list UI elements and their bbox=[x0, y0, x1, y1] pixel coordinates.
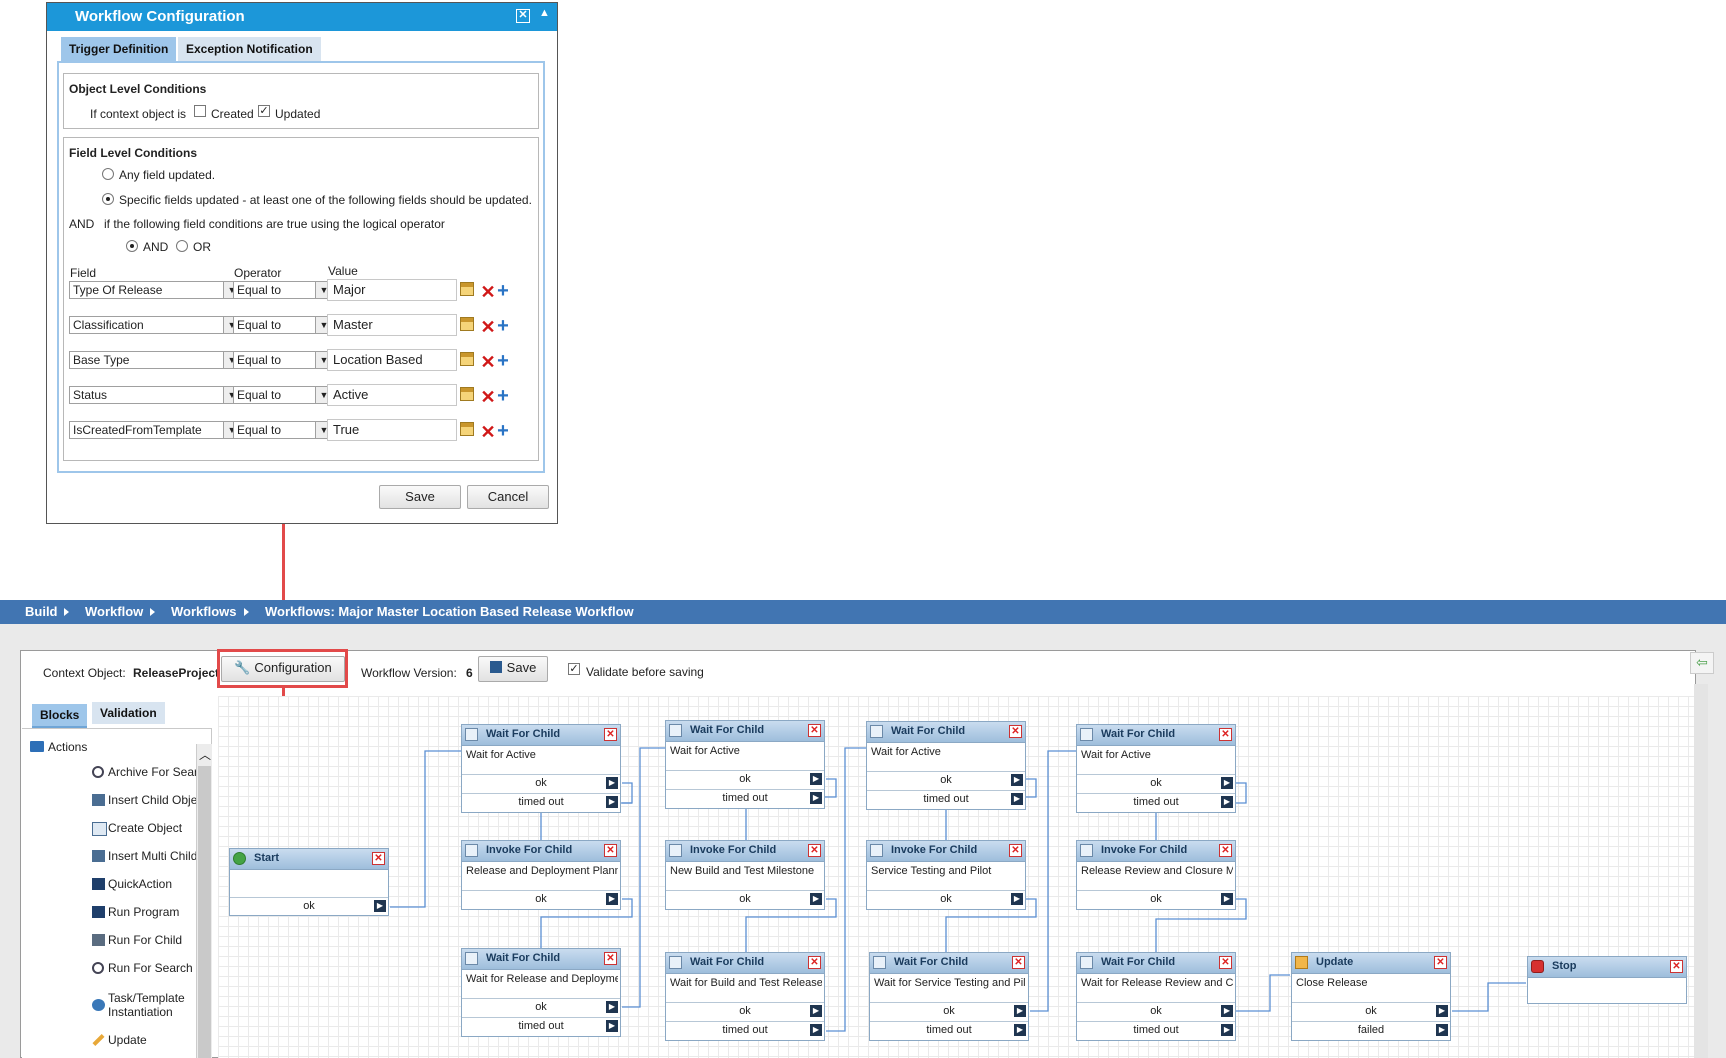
wait-for-child-icon bbox=[870, 725, 883, 738]
remove-block-icon[interactable]: ✕ bbox=[808, 844, 821, 857]
output-port-timed-out[interactable]: timed out ▶ bbox=[462, 793, 620, 812]
port-arrow-icon[interactable]: ▶ bbox=[1221, 1005, 1233, 1017]
port-arrow-icon[interactable]: ▶ bbox=[1221, 1024, 1233, 1036]
port-arrow-icon[interactable]: ▶ bbox=[1011, 893, 1023, 905]
invoke-for-child-icon bbox=[669, 844, 682, 857]
output-port-timed-out[interactable]: timed out ▶ bbox=[867, 790, 1025, 809]
output-port-ok[interactable]: ok ▶ bbox=[870, 1002, 1028, 1021]
port-arrow-icon[interactable]: ▶ bbox=[1221, 796, 1233, 808]
block-invoke-for-child[interactable]: Invoke For Child ✕ Release Review and Clo… bbox=[1076, 840, 1236, 910]
output-port-timed-out[interactable]: timed out ▶ bbox=[1077, 793, 1235, 812]
output-port-ok[interactable]: ok ▶ bbox=[1077, 890, 1235, 909]
remove-block-icon[interactable]: ✕ bbox=[1219, 728, 1232, 741]
port-arrow-icon[interactable]: ▶ bbox=[606, 1020, 618, 1032]
remove-block-icon[interactable]: ✕ bbox=[604, 844, 617, 857]
port-arrow-icon[interactable]: ▶ bbox=[1014, 1024, 1026, 1036]
port-arrow-icon[interactable]: ▶ bbox=[810, 1024, 822, 1036]
remove-block-icon[interactable]: ✕ bbox=[1670, 960, 1683, 973]
port-arrow-icon[interactable]: ▶ bbox=[1011, 774, 1023, 786]
wait-for-child-icon bbox=[1080, 728, 1093, 741]
stop-icon bbox=[1531, 960, 1544, 973]
output-port-ok[interactable]: ok ▶ bbox=[666, 770, 824, 789]
block-start[interactable]: Start ✕ ok ▶ bbox=[229, 848, 389, 916]
output-port-ok[interactable]: ok ▶ bbox=[1077, 1002, 1235, 1021]
output-port-ok[interactable]: ok ▶ bbox=[230, 897, 388, 916]
wait-for-child-icon bbox=[465, 952, 478, 965]
output-port-ok[interactable]: ok ▶ bbox=[462, 890, 620, 909]
port-arrow-icon[interactable]: ▶ bbox=[1436, 1005, 1448, 1017]
port-arrow-icon[interactable]: ▶ bbox=[1014, 1005, 1026, 1017]
output-port-timed-out[interactable]: timed out ▶ bbox=[870, 1021, 1028, 1040]
output-port-ok[interactable]: ok ▶ bbox=[867, 890, 1025, 909]
block-invoke-for-child[interactable]: Invoke For Child ✕ Service Testing and Pi… bbox=[866, 840, 1026, 910]
invoke-for-child-icon bbox=[465, 844, 478, 857]
wait-for-child-icon bbox=[669, 956, 682, 969]
block-invoke-for-child[interactable]: Invoke For Child ✕ New Build and Test Mil… bbox=[665, 840, 825, 910]
port-arrow-icon[interactable]: ▶ bbox=[606, 1001, 618, 1013]
wire-w2-w3 bbox=[622, 747, 665, 1008]
output-port-ok[interactable]: ok ▶ bbox=[462, 774, 620, 793]
output-port-ok[interactable]: ok ▶ bbox=[462, 998, 620, 1017]
output-port-ok[interactable]: ok ▶ bbox=[1292, 1002, 1450, 1021]
remove-block-icon[interactable]: ✕ bbox=[808, 724, 821, 737]
wire-w6-w7 bbox=[1030, 750, 1076, 1012]
port-arrow-icon[interactable]: ▶ bbox=[1221, 777, 1233, 789]
remove-block-icon[interactable]: ✕ bbox=[1009, 844, 1022, 857]
block-wait-for-child[interactable]: Wait For Child ✕ Wait for Active ok ▶ time… bbox=[866, 721, 1026, 810]
pencil-icon bbox=[1295, 956, 1308, 969]
block-update[interactable]: Update ✕ Close Release ok ▶ failed ▶ bbox=[1291, 952, 1451, 1041]
remove-block-icon[interactable]: ✕ bbox=[372, 852, 385, 865]
output-port-timed-out[interactable]: timed out ▶ bbox=[666, 1021, 824, 1040]
port-arrow-icon[interactable]: ▶ bbox=[810, 773, 822, 785]
output-port-ok[interactable]: ok ▶ bbox=[666, 890, 824, 909]
wire-w4-w5 bbox=[826, 747, 866, 1032]
output-port-timed-out[interactable]: timed out ▶ bbox=[1077, 1021, 1235, 1040]
output-port-ok[interactable]: ok ▶ bbox=[1077, 774, 1235, 793]
port-arrow-icon[interactable]: ▶ bbox=[810, 1005, 822, 1017]
remove-block-icon[interactable]: ✕ bbox=[808, 956, 821, 969]
invoke-for-child-icon bbox=[1080, 844, 1093, 857]
remove-block-icon[interactable]: ✕ bbox=[604, 952, 617, 965]
port-arrow-icon[interactable]: ▶ bbox=[810, 792, 822, 804]
wait-for-child-icon bbox=[1080, 956, 1093, 969]
output-port-timed-out[interactable]: timed out ▶ bbox=[666, 789, 824, 808]
block-stop[interactable]: Stop ✕ bbox=[1527, 956, 1687, 1004]
port-arrow-icon[interactable]: ▶ bbox=[1221, 893, 1233, 905]
output-port-ok[interactable]: ok ▶ bbox=[867, 771, 1025, 790]
port-arrow-icon[interactable]: ▶ bbox=[606, 777, 618, 789]
block-wait-for-child[interactable]: Wait For Child ✕ Wait for Service Testing… bbox=[869, 952, 1029, 1041]
remove-block-icon[interactable]: ✕ bbox=[1012, 956, 1025, 969]
block-wait-for-child[interactable]: Wait For Child ✕ Wait for Active ok ▶ time… bbox=[1076, 724, 1236, 813]
remove-block-icon[interactable]: ✕ bbox=[604, 728, 617, 741]
output-port-timed-out[interactable]: timed out ▶ bbox=[462, 1017, 620, 1036]
port-arrow-icon[interactable]: ▶ bbox=[1011, 793, 1023, 805]
invoke-for-child-icon bbox=[870, 844, 883, 857]
port-arrow-icon[interactable]: ▶ bbox=[606, 893, 618, 905]
block-wait-for-child[interactable]: Wait For Child ✕ Wait for Active ok ▶ time… bbox=[665, 720, 825, 809]
block-wait-for-child[interactable]: Wait For Child ✕ Wait for Release and Dep… bbox=[461, 948, 621, 1037]
wait-for-child-icon bbox=[669, 724, 682, 737]
port-arrow-icon[interactable]: ▶ bbox=[1436, 1024, 1448, 1036]
remove-block-icon[interactable]: ✕ bbox=[1219, 956, 1232, 969]
remove-block-icon[interactable]: ✕ bbox=[1434, 956, 1447, 969]
wire-upd-stop bbox=[1452, 982, 1526, 1012]
port-arrow-icon[interactable]: ▶ bbox=[810, 893, 822, 905]
wait-for-child-icon bbox=[465, 728, 478, 741]
wire-w8-upd bbox=[1236, 974, 1290, 1012]
block-wait-for-child[interactable]: Wait For Child ✕ Wait for Release Review … bbox=[1076, 952, 1236, 1041]
output-port-ok[interactable]: ok ▶ bbox=[666, 1002, 824, 1021]
remove-block-icon[interactable]: ✕ bbox=[1219, 844, 1232, 857]
wait-for-child-icon bbox=[873, 956, 886, 969]
block-wait-for-child[interactable]: Wait For Child ✕ Wait for Active ok ▶ time… bbox=[461, 724, 621, 813]
remove-block-icon[interactable]: ✕ bbox=[1009, 725, 1022, 738]
port-arrow-icon[interactable]: ▶ bbox=[606, 796, 618, 808]
port-arrow-icon[interactable]: ▶ bbox=[374, 900, 386, 912]
output-port-failed[interactable]: failed ▶ bbox=[1292, 1021, 1450, 1040]
block-wait-for-child[interactable]: Wait For Child ✕ Wait for Build and Test … bbox=[665, 952, 825, 1041]
start-icon bbox=[233, 852, 246, 865]
wire-start-w1 bbox=[390, 750, 461, 908]
block-invoke-for-child[interactable]: Invoke For Child ✕ Release and Deployment… bbox=[461, 840, 621, 910]
